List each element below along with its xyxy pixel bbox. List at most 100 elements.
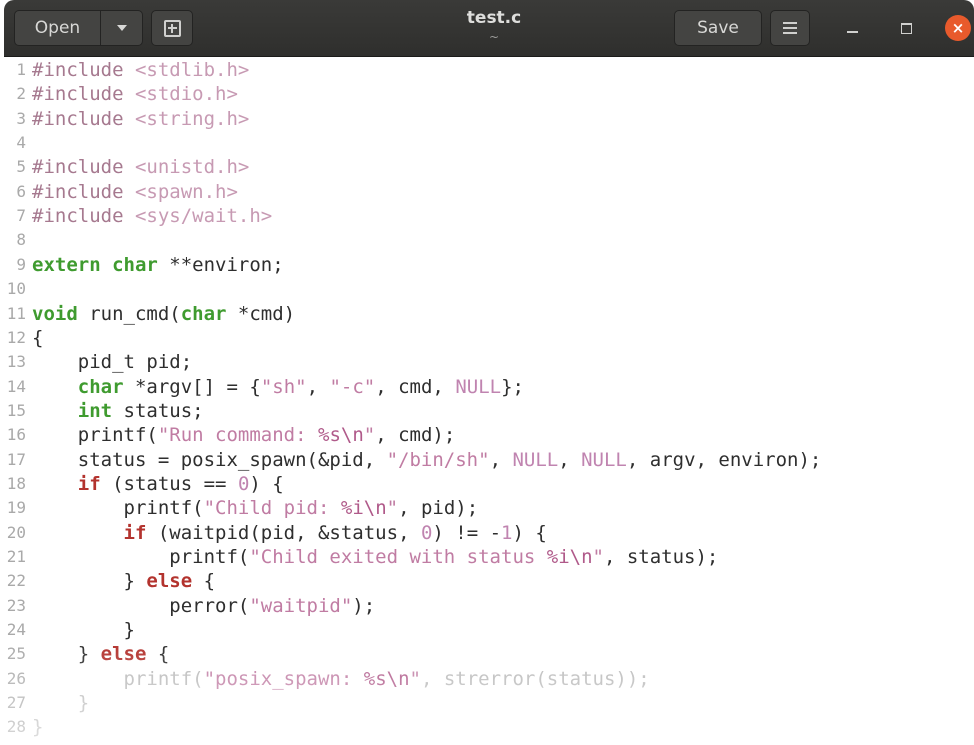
line-number: 10 — [6, 279, 26, 299]
code-token: 1 — [501, 521, 513, 544]
line-number: 7 — [16, 206, 26, 226]
line-number: 6 — [16, 181, 26, 201]
code-token: if — [123, 521, 147, 544]
line-number: 14 — [6, 376, 26, 396]
code-token: ) != - — [432, 521, 502, 544]
new-document-button[interactable] — [151, 10, 193, 46]
code-token: } — [32, 643, 101, 666]
code-token: *cmd) — [226, 302, 296, 325]
code-token: "Child exited with status — [249, 546, 547, 568]
code-token: #include — [32, 180, 135, 203]
maximize-icon — [900, 22, 912, 34]
code-token: { — [192, 570, 216, 593]
code-token: } — [32, 570, 147, 593]
line-number: 3 — [16, 108, 26, 128]
code-text: #include <unistd.h> — [32, 155, 249, 179]
code-text: status = posix_spawn(&pid, "/bin/sh", NU… — [32, 448, 822, 472]
code-text: } else { — [32, 569, 216, 593]
line-number: 24 — [6, 620, 26, 640]
code-token: " — [386, 497, 399, 520]
code-token: status; — [112, 399, 204, 422]
line-number: 4 — [16, 133, 26, 153]
close-button[interactable]: × — [944, 14, 972, 42]
code-token: , cmd, — [375, 375, 456, 398]
code-text: pid_t pid; — [32, 350, 192, 374]
code-text: } — [32, 691, 89, 715]
open-button[interactable]: Open — [14, 10, 101, 46]
code-token: extern — [32, 253, 101, 276]
code-token: int — [77, 399, 113, 422]
code-token: #include — [32, 107, 135, 130]
code-token: "sh" — [260, 375, 307, 398]
code-token: "/bin/sh" — [386, 448, 490, 471]
code-token: (waitpid(pid, &status, — [146, 521, 421, 544]
line-number: 17 — [6, 449, 26, 469]
code-text: char *argv[] = {"sh", "-c", cmd, NULL}; — [32, 375, 524, 399]
open-menu-button[interactable] — [101, 10, 143, 46]
code-token: <string.h> — [134, 107, 250, 130]
code-token: "Run command: — [157, 424, 318, 447]
code-text: if (status == 0) { — [32, 472, 284, 496]
code-token: "-c" — [329, 375, 376, 398]
code-token: printf( — [32, 424, 158, 447]
code-token: ); — [352, 594, 376, 617]
minimize-icon — [846, 31, 858, 33]
code-token: printf( — [32, 497, 204, 520]
line-number: 19 — [6, 498, 26, 518]
code-text: printf("Child pid: %i\n", pid); — [32, 496, 479, 520]
line-number: 16 — [6, 425, 26, 445]
code-text: printf("Child exited with status %i\n", … — [32, 545, 718, 569]
line-number: 9 — [16, 254, 26, 274]
line-number: 21 — [6, 547, 26, 566]
line-number: 5 — [16, 157, 26, 177]
line-number: 2 — [16, 84, 26, 104]
code-token: } — [32, 619, 135, 642]
code-token: <unistd.h> — [134, 156, 250, 179]
save-button[interactable]: Save — [674, 10, 762, 46]
code-token: , argv, environ); — [626, 448, 822, 471]
code-token: " — [363, 424, 376, 447]
code-text: #include <stdio.h> — [32, 82, 238, 106]
code-token: %i\n — [546, 546, 593, 568]
window-title: test.c — [466, 8, 522, 28]
code-token: " — [409, 667, 421, 690]
line-number: 11 — [6, 303, 26, 323]
line-number: 25 — [6, 644, 26, 664]
code-token: perror( — [32, 594, 250, 617]
code-token: pid_t pid; — [32, 351, 193, 374]
save-button-label: Save — [697, 18, 739, 38]
minimize-button[interactable] — [838, 14, 866, 42]
line-number: 26 — [6, 668, 26, 688]
code-token: char — [112, 253, 158, 276]
code-token: } — [32, 692, 90, 715]
open-button-label: Open — [34, 18, 81, 38]
code-token: , — [558, 448, 582, 471]
text-editor-window: Open test.c ~ Save × 1 #include <stdlib.h… — [0, 0, 974, 745]
main-menu-button[interactable] — [770, 10, 810, 46]
maximize-button[interactable] — [892, 14, 920, 42]
line-number: 23 — [6, 595, 26, 615]
code-token: printf( — [32, 667, 204, 690]
code-token: " — [592, 546, 604, 568]
code-token: char — [77, 375, 124, 398]
code-text: int status; — [32, 399, 204, 423]
code-text: if (waitpid(pid, &status, 0) != -1) { — [32, 521, 547, 545]
close-icon: × — [945, 15, 971, 41]
line-number: 12 — [6, 327, 26, 347]
code-token: **environ; — [157, 253, 284, 276]
code-text: { — [32, 326, 43, 350]
code-editor[interactable]: 1 #include <stdlib.h> 2 #include <stdio.h> 3… — [0, 58, 974, 745]
code-text: } — [32, 618, 135, 642]
code-text: } else { — [32, 642, 170, 666]
code-token: run_cmd( — [77, 302, 181, 325]
code-token: printf( — [32, 546, 250, 568]
code-token: "Child pid: — [203, 497, 341, 520]
code-token: , — [306, 375, 330, 398]
code-token: NULL — [512, 448, 559, 471]
code-token: #include — [32, 83, 135, 106]
code-text: #include <sys/wait.h> — [32, 204, 272, 228]
code-token: , status); — [603, 546, 719, 568]
